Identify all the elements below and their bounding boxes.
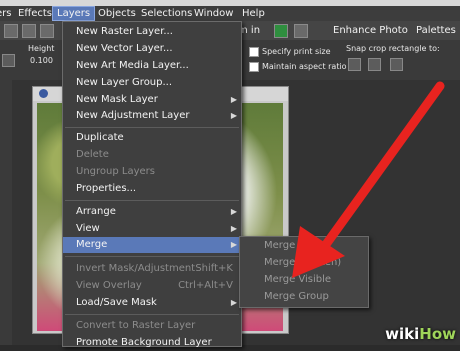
- preset-icon[interactable]: [2, 54, 15, 67]
- menu-item-layers[interactable]: Layers: [52, 6, 96, 21]
- menu-separator: [65, 314, 239, 315]
- height-label: Height: [28, 44, 55, 53]
- menu-view[interactable]: View ▶: [63, 221, 241, 237]
- save-icon[interactable]: [274, 24, 288, 38]
- menu-new-vector-layer[interactable]: New Vector Layer...: [63, 41, 241, 57]
- submenu-merge-down[interactable]: Merge D: [240, 238, 368, 254]
- menu-delete[interactable]: Delete: [63, 147, 241, 163]
- menu-bar: ers Effects Layers Objects Selections Wi…: [0, 6, 460, 21]
- wikihow-logo: wikiHow: [385, 325, 456, 343]
- snap-layer-icon[interactable]: [368, 58, 381, 71]
- menu-load-save-mask[interactable]: Load/Save Mask ▶: [63, 295, 241, 311]
- palettes-menu[interactable]: Palettes: [416, 24, 456, 37]
- redo-icon[interactable]: [22, 24, 36, 38]
- menu-new-layer-group[interactable]: New Layer Group...: [63, 75, 241, 91]
- menu-separator: [65, 127, 239, 128]
- specify-print-label: Specify print size: [262, 47, 331, 56]
- snap-crop-label: Snap crop rectangle to:: [346, 44, 440, 53]
- menu-ungroup-layers[interactable]: Ungroup Layers: [63, 164, 241, 180]
- menu-item-objects[interactable]: Objects: [94, 7, 140, 20]
- menu-arrange[interactable]: Arrange ▶: [63, 204, 241, 220]
- merge-submenu: Merge D Merge (Flatten) Merge Visible Me…: [239, 236, 369, 308]
- submenu-arrow-icon: ▶: [230, 298, 237, 307]
- submenu-arrow-icon: ▶: [230, 207, 237, 216]
- camera-icon: [39, 89, 48, 98]
- menu-invert-mask[interactable]: Invert Mask/Adjustment Shift+K: [63, 261, 241, 277]
- maintain-aspect-label: Maintain aspect ratio: [262, 62, 347, 71]
- menu-item-effects[interactable]: Effects: [14, 7, 56, 20]
- menu-new-art-media-layer[interactable]: New Art Media Layer...: [63, 58, 241, 74]
- layers-menu: New Raster Layer... New Vector Layer... …: [62, 21, 242, 348]
- menu-separator: [65, 200, 239, 201]
- snap-canvas-icon[interactable]: [348, 58, 361, 71]
- toolbar-icon[interactable]: [40, 24, 54, 38]
- height-value[interactable]: 0.100: [30, 56, 53, 65]
- undo-icon[interactable]: [4, 24, 18, 38]
- snap-selection-icon[interactable]: [390, 58, 403, 71]
- layout-icon[interactable]: [294, 24, 308, 38]
- submenu-merge-visible[interactable]: Merge Visible: [240, 272, 368, 288]
- submenu-merge-group[interactable]: Merge Group: [240, 289, 368, 305]
- submenu-merge-flatten[interactable]: Merge (Flatten): [240, 255, 368, 271]
- maintain-aspect-checkbox[interactable]: [249, 62, 259, 72]
- specify-print-checkbox[interactable]: [249, 47, 259, 57]
- menu-duplicate[interactable]: Duplicate: [63, 130, 241, 146]
- enhance-photo-menu[interactable]: Enhance Photo: [333, 24, 408, 37]
- submenu-arrow-icon: ▶: [230, 111, 237, 120]
- menu-promote-background[interactable]: Promote Background Layer: [63, 335, 241, 351]
- menu-new-raster-layer[interactable]: New Raster Layer...: [63, 24, 241, 40]
- menu-convert-raster[interactable]: Convert to Raster Layer: [63, 318, 241, 334]
- menu-new-mask-layer[interactable]: New Mask Layer ▶: [63, 92, 241, 108]
- submenu-arrow-icon: ▶: [230, 224, 237, 233]
- menu-merge[interactable]: Merge ▶: [63, 237, 241, 253]
- submenu-arrow-icon: ▶: [230, 240, 237, 249]
- menu-properties[interactable]: Properties...: [63, 181, 241, 197]
- menu-item-help[interactable]: Help: [238, 7, 269, 20]
- menu-item-selections[interactable]: Selections: [137, 7, 196, 20]
- menu-item-window[interactable]: Window: [190, 7, 237, 20]
- menu-view-overlay[interactable]: View Overlay Ctrl+Alt+V: [63, 278, 241, 294]
- submenu-arrow-icon: ▶: [230, 95, 237, 104]
- menu-separator: [65, 256, 239, 257]
- menu-new-adjustment-layer[interactable]: New Adjustment Layer ▶: [63, 108, 241, 124]
